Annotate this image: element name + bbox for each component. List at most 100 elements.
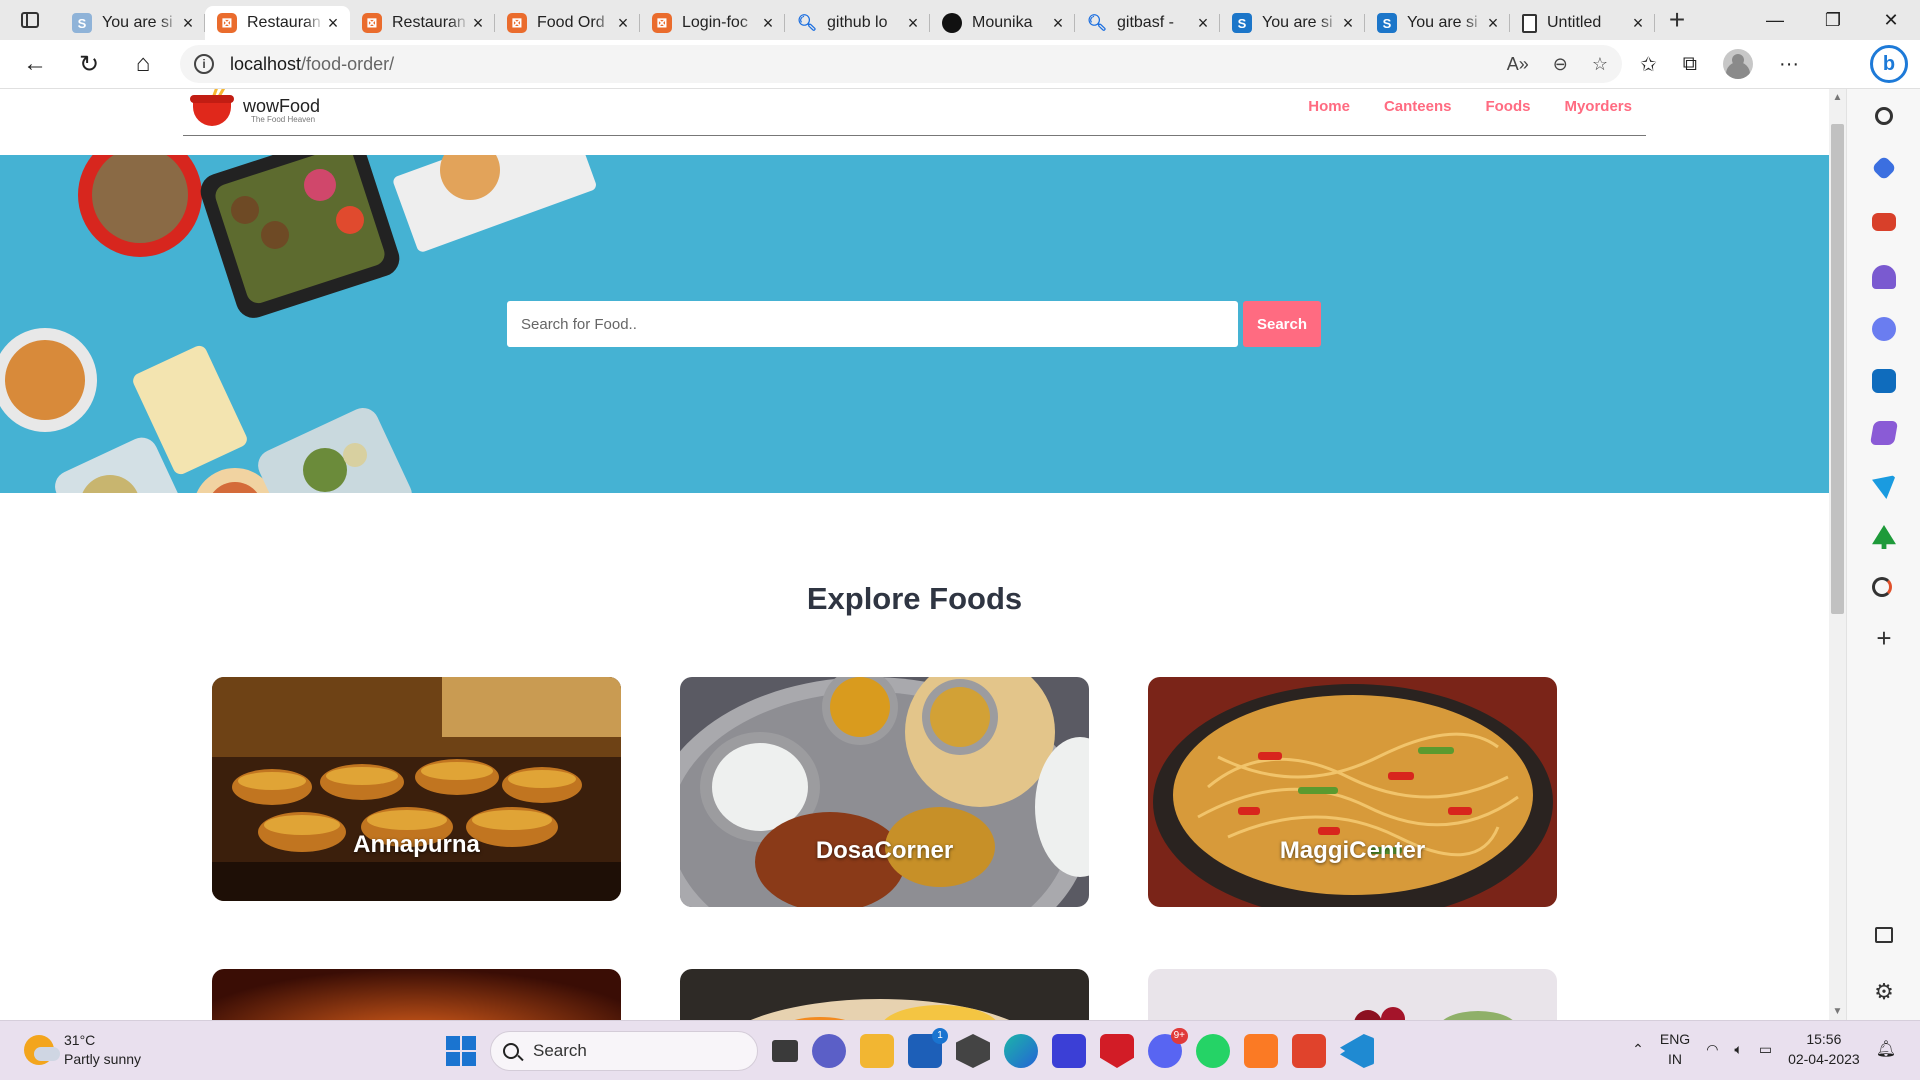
browser-tab[interactable]: S You are si × xyxy=(1220,6,1365,40)
battery-icon[interactable]: ▭ xyxy=(1759,1041,1772,1058)
discord-icon[interactable]: 9+ xyxy=(1148,1028,1188,1068)
close-icon[interactable]: × xyxy=(469,13,487,34)
weather-condition: Partly sunny xyxy=(64,1051,142,1067)
browser-tab[interactable]: 🔍︎ gitbasf - × xyxy=(1075,6,1220,40)
food-card[interactable] xyxy=(212,969,621,1020)
shopping-tag-icon[interactable] xyxy=(1871,155,1897,181)
games-icon[interactable] xyxy=(1872,265,1896,289)
volume-icon[interactable]: 🔈︎ xyxy=(1734,1041,1742,1058)
close-icon[interactable]: × xyxy=(904,13,922,34)
food-card-maggicenter[interactable]: MaggiCenter xyxy=(1148,677,1557,907)
more-menu-icon[interactable]: ··· xyxy=(1779,53,1799,76)
notification-bell-icon[interactable]: 🔔︎ xyxy=(1876,1039,1896,1059)
tab-title: Restauran xyxy=(392,14,466,31)
back-button[interactable]: ← xyxy=(8,42,62,86)
nav-home[interactable]: Home xyxy=(1308,98,1350,115)
weather-widget[interactable]: 31°C Partly sunny xyxy=(24,1031,141,1069)
profile-avatar[interactable] xyxy=(1723,49,1754,79)
browser-tab[interactable]: Untitled × xyxy=(1510,6,1655,40)
collections-icon[interactable]: ⧉ xyxy=(1683,53,1697,76)
teams-chat-icon[interactable] xyxy=(812,1034,846,1068)
page-scrollbar[interactable]: ▲ ▼ xyxy=(1829,89,1846,1020)
close-window-button[interactable]: ✕ xyxy=(1862,0,1920,40)
info-icon[interactable]: i xyxy=(194,54,214,74)
cube-app-icon[interactable] xyxy=(956,1034,990,1068)
mathway-icon[interactable] xyxy=(1052,1034,1086,1068)
sidebar-toggle-icon[interactable] xyxy=(1875,927,1893,943)
zoom-icon[interactable]: ⊖ xyxy=(1553,54,1568,75)
browser-tab[interactable]: ⊠ Food Ord × xyxy=(495,6,640,40)
close-icon[interactable]: × xyxy=(324,13,342,34)
extension-icon[interactable] xyxy=(1872,577,1892,597)
restore-button[interactable]: ❐ xyxy=(1804,0,1862,40)
xampp-icon[interactable] xyxy=(1244,1034,1278,1068)
minimize-button[interactable]: — xyxy=(1746,0,1804,40)
region-code: IN xyxy=(1668,1051,1683,1067)
browser-tab[interactable]: ⊠ Login-foc × xyxy=(640,6,785,40)
new-tab-button[interactable]: + xyxy=(1655,0,1699,40)
food-card[interactable] xyxy=(680,969,1089,1020)
browser-tab[interactable]: 🔍︎ github lo × xyxy=(785,6,930,40)
settings-gear-icon[interactable]: ⚙ xyxy=(1872,979,1896,1004)
tab-actions-button[interactable] xyxy=(0,0,60,40)
home-button[interactable]: ⌂ xyxy=(116,42,170,86)
food-card-annapurna[interactable]: Annapurna xyxy=(212,677,621,901)
tree-icon[interactable] xyxy=(1872,525,1896,549)
nav-myorders[interactable]: Myorders xyxy=(1564,98,1632,115)
clock[interactable]: 15:56 02-04-2023 xyxy=(1788,1029,1860,1069)
search-icon[interactable] xyxy=(1875,107,1893,125)
scrollbar-thumb[interactable] xyxy=(1831,124,1844,614)
nav-foods[interactable]: Foods xyxy=(1485,98,1530,115)
url-text: localhost/food-order/ xyxy=(230,54,394,75)
food-card[interactable] xyxy=(1148,969,1557,1020)
tools-icon[interactable] xyxy=(1872,213,1896,231)
outlook-icon[interactable] xyxy=(1872,369,1896,393)
mcafee-icon[interactable] xyxy=(1100,1034,1134,1068)
send-icon[interactable] xyxy=(1872,475,1896,499)
close-icon[interactable]: × xyxy=(1484,13,1502,34)
bing-chat-icon[interactable]: b xyxy=(1870,45,1908,83)
file-explorer-icon[interactable] xyxy=(860,1034,894,1068)
task-view-icon[interactable] xyxy=(772,1040,798,1062)
taskbar-search[interactable]: Search xyxy=(490,1031,758,1071)
vscode-icon[interactable] xyxy=(1340,1034,1374,1068)
browser-tab[interactable]: ⊠ Restauran × xyxy=(350,6,495,40)
add-icon[interactable]: + xyxy=(1872,625,1896,651)
browser-tab[interactable]: S You are si × xyxy=(60,6,205,40)
close-icon[interactable]: × xyxy=(1194,13,1212,34)
search-icon xyxy=(503,1043,519,1059)
close-icon[interactable]: × xyxy=(179,13,197,34)
site-logo[interactable]: wowFood The Food Heaven xyxy=(189,89,320,130)
browser-tab[interactable]: S You are si × xyxy=(1365,6,1510,40)
microsoft-365-icon[interactable] xyxy=(1872,317,1896,341)
browser-tab[interactable]: Mounika × xyxy=(930,6,1075,40)
close-icon[interactable]: × xyxy=(1049,13,1067,34)
s-icon: S xyxy=(1232,13,1252,33)
add-favorite-icon[interactable]: ☆ xyxy=(1592,54,1608,75)
language-indicator[interactable]: ENG IN xyxy=(1660,1029,1690,1069)
scroll-up-icon[interactable]: ▲ xyxy=(1829,92,1846,103)
read-aloud-icon[interactable]: A» xyxy=(1507,54,1529,75)
refresh-button[interactable]: ↻ xyxy=(62,42,116,86)
close-icon[interactable]: × xyxy=(759,13,777,34)
favorites-icon[interactable]: ✩ xyxy=(1640,52,1657,77)
food-search-input[interactable] xyxy=(507,301,1238,347)
browser-tab-active[interactable]: ⊠ Restauran × xyxy=(205,6,350,40)
chevron-up-icon[interactable]: ⌃ xyxy=(1632,1041,1644,1058)
designer-icon[interactable] xyxy=(1869,421,1899,445)
start-button[interactable] xyxy=(446,1036,476,1066)
close-icon[interactable]: × xyxy=(614,13,632,34)
wifi-icon[interactable]: ◠ xyxy=(1706,1041,1718,1058)
scroll-down-icon[interactable]: ▼ xyxy=(1829,1006,1846,1017)
nav-canteens[interactable]: Canteens xyxy=(1384,98,1452,115)
food-card-dosacorner[interactable]: DosaCorner xyxy=(680,677,1089,907)
close-icon[interactable]: × xyxy=(1629,13,1647,34)
presentation-app-icon[interactable] xyxy=(1292,1034,1326,1068)
close-icon[interactable]: × xyxy=(1339,13,1357,34)
windows-taskbar: 31°C Partly sunny Search 1 9+ ⌃ ENG IN ◠… xyxy=(0,1020,1920,1080)
search-button[interactable]: Search xyxy=(1243,301,1321,347)
whatsapp-icon[interactable] xyxy=(1196,1034,1230,1068)
microsoft-store-icon[interactable]: 1 xyxy=(908,1028,948,1068)
address-bar[interactable]: i localhost/food-order/ A» ⊖ ☆ xyxy=(180,45,1622,83)
edge-browser-icon[interactable] xyxy=(1004,1034,1038,1068)
